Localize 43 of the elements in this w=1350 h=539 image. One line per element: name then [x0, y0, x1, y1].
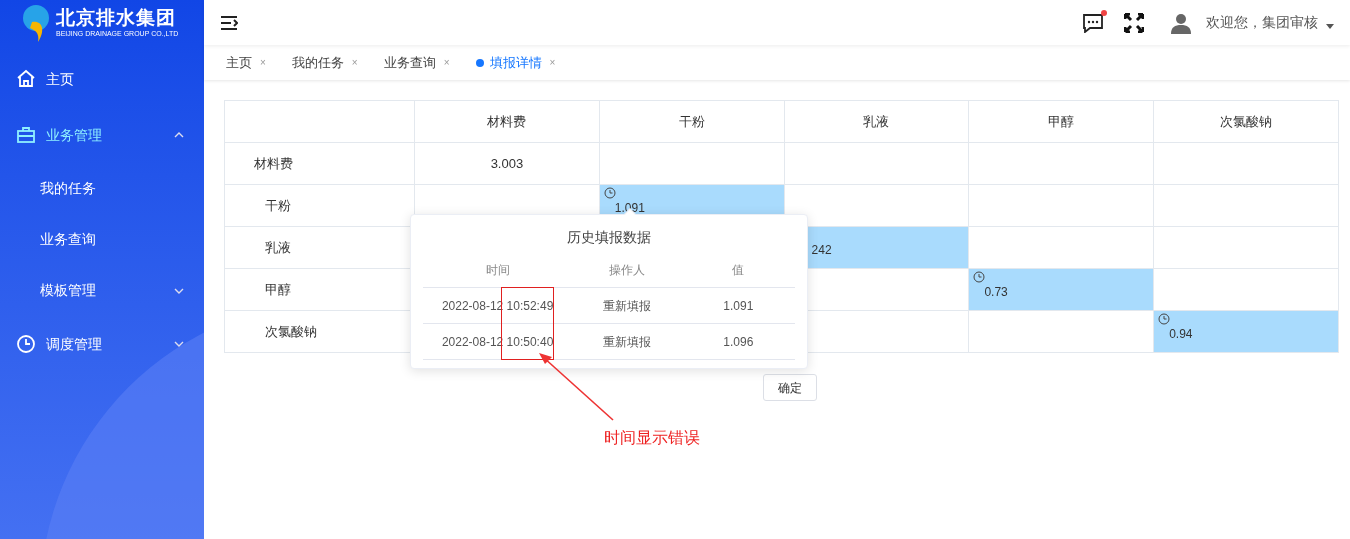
sidebar-subitem[interactable]: 业务查询 — [0, 214, 204, 265]
sidebar-item[interactable]: 业务管理 — [0, 107, 204, 163]
tab[interactable]: 填报详情 × — [475, 52, 556, 73]
column-header: 次氯酸钠 — [1153, 100, 1339, 143]
sidebar-item[interactable]: 调度管理 — [0, 316, 204, 372]
menu-icon[interactable] — [220, 15, 238, 30]
message-icon[interactable] — [1082, 12, 1104, 33]
annotation-text: 时间显示错误 — [604, 428, 700, 448]
confirm-button[interactable]: 确定 — [763, 374, 817, 401]
table-cell-text: 1.091 — [722, 297, 755, 315]
sidebar-subitem[interactable]: 我的任务 — [0, 163, 204, 214]
table-cell-text: 1.096 — [722, 333, 755, 351]
clock-icon — [16, 334, 36, 354]
logo-icon — [20, 3, 50, 42]
user-icon[interactable] — [1170, 11, 1192, 34]
column-header: 时间 — [484, 261, 511, 279]
sidebar-subitem[interactable]: 模板管理 — [0, 265, 204, 316]
tab[interactable]: 我的任务 × — [291, 52, 358, 73]
column-header: 操作人 — [607, 261, 646, 279]
sidebar-item[interactable]: 主页 — [0, 51, 204, 107]
column-header: 干粉 — [599, 100, 785, 143]
logo-title: 北京排水集团 — [56, 7, 177, 29]
clock-icon[interactable] — [973, 271, 986, 283]
fullscreen-icon[interactable] — [1124, 12, 1144, 33]
column-header: 值 — [731, 261, 746, 279]
clock-icon[interactable] — [1158, 313, 1171, 325]
table-cell-text: 重新填报 — [601, 297, 652, 315]
clock-icon[interactable] — [603, 187, 616, 199]
popover-title: 历史填报数据 — [566, 228, 652, 247]
table-cell[interactable]: 0.94 — [1153, 310, 1339, 353]
caret-icon[interactable] — [1326, 24, 1334, 29]
table-cell: 3.003 — [414, 142, 600, 185]
row-header: 材料费 — [224, 142, 415, 185]
table-cell[interactable]: 0.73 — [968, 268, 1154, 311]
briefcase-icon — [16, 125, 36, 145]
column-header: 乳液 — [784, 100, 969, 143]
column-header: 甲醇 — [968, 100, 1154, 143]
home-icon — [16, 69, 36, 89]
column-header: 材料费 — [414, 100, 600, 143]
tab[interactable]: 业务查询 × — [383, 52, 450, 73]
tab[interactable]: 主页 × — [226, 52, 266, 73]
user-greeting[interactable]: 欢迎您，集团审核 — [1206, 12, 1318, 33]
table-cell-text: 重新填报 — [601, 333, 652, 351]
